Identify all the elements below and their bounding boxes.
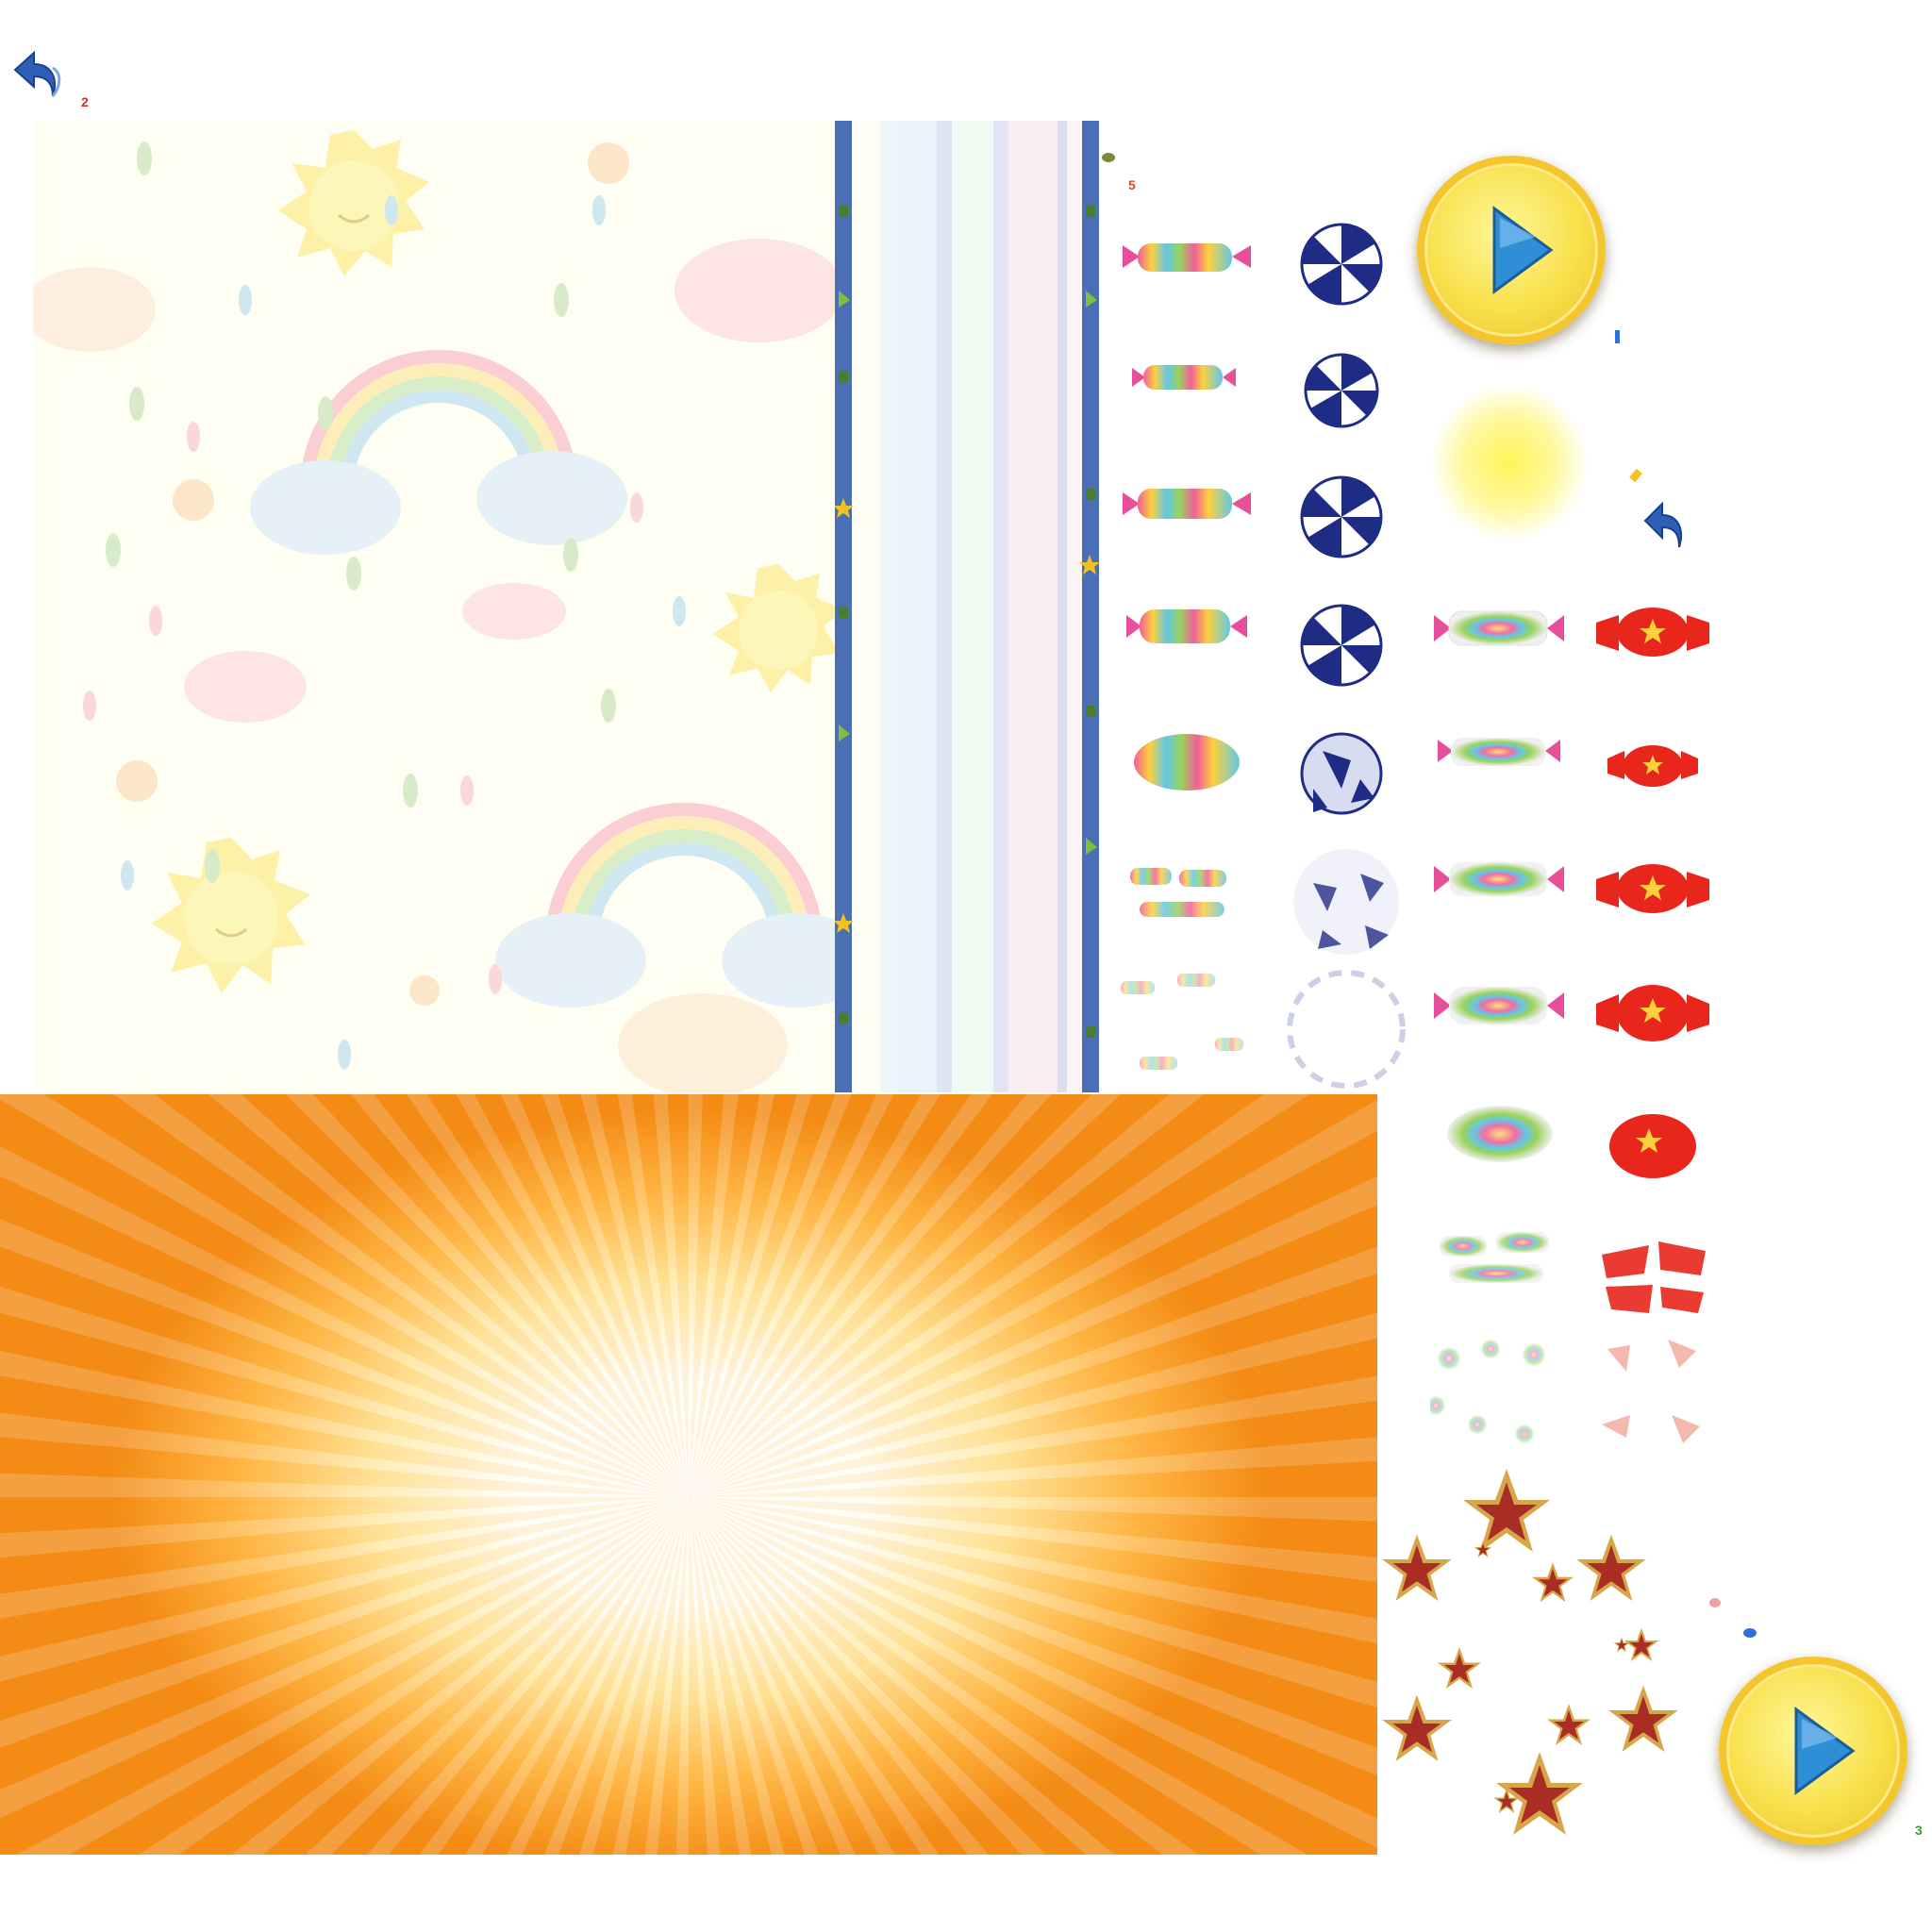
glyph-label: 2 bbox=[81, 94, 89, 109]
rainbow-icon bbox=[250, 350, 627, 555]
candy-icon bbox=[1300, 732, 1383, 815]
stars-cluster bbox=[1379, 1467, 1705, 1863]
sunburst-background bbox=[0, 1094, 1377, 1855]
candy-icon bbox=[1438, 738, 1560, 766]
star-icon bbox=[1496, 1752, 1583, 1835]
star-icon bbox=[1463, 1469, 1550, 1552]
back-arrow-icon bbox=[1643, 501, 1682, 548]
candy-icon bbox=[1287, 970, 1406, 1089]
glow-sprite bbox=[1429, 382, 1590, 542]
cloud-icon bbox=[675, 239, 835, 342]
candy-icon bbox=[1596, 608, 1709, 657]
candy-icon bbox=[1602, 1340, 1700, 1443]
candy-icon bbox=[1304, 353, 1379, 428]
star-icon bbox=[1438, 1647, 1481, 1689]
candy-icon bbox=[1596, 985, 1709, 1041]
play-icon bbox=[1492, 206, 1554, 294]
candy-icon bbox=[1434, 610, 1564, 646]
candy-icon bbox=[1300, 475, 1383, 558]
star-icon bbox=[1608, 1685, 1678, 1752]
stripe-border-art bbox=[835, 206, 1099, 1038]
candy-icon bbox=[1132, 365, 1236, 390]
rainbow-icon bbox=[495, 803, 835, 1008]
candy-icon bbox=[1607, 745, 1698, 787]
glyph-label: 5 bbox=[1128, 177, 1136, 192]
sun-icon bbox=[712, 564, 835, 692]
candy-icon bbox=[1121, 974, 1243, 1070]
candy-column-peppermint bbox=[1285, 223, 1407, 1091]
candy-icon bbox=[1123, 243, 1251, 272]
wallpaper-art bbox=[33, 130, 835, 1092]
cloud-icon bbox=[722, 913, 835, 1008]
confetti-sprite bbox=[1102, 153, 1115, 162]
confetti-sprite bbox=[1709, 1598, 1721, 1607]
candy-icon bbox=[1123, 489, 1251, 519]
candy-icon bbox=[1434, 862, 1564, 896]
candy-icon bbox=[1596, 864, 1709, 913]
cloud-icon bbox=[184, 651, 307, 723]
candy-icon bbox=[1134, 734, 1240, 791]
glyph-label: 3 bbox=[1915, 1823, 1923, 1838]
candy-icon bbox=[1434, 987, 1564, 1024]
candy-icon bbox=[1426, 1340, 1545, 1443]
star-icon bbox=[1613, 1637, 1630, 1653]
star-icon bbox=[1576, 1534, 1646, 1601]
cloud-icon bbox=[618, 993, 788, 1092]
back-arrow-icon bbox=[13, 50, 61, 97]
confetti-sprite bbox=[1629, 468, 1642, 483]
candy-icon bbox=[1609, 1114, 1696, 1178]
candy-icon bbox=[1300, 604, 1383, 687]
candy-icon bbox=[1293, 849, 1399, 955]
candy-column-red bbox=[1592, 604, 1715, 1472]
star-icon bbox=[1624, 1627, 1659, 1661]
cloud-icon bbox=[462, 583, 566, 640]
back-button-small[interactable] bbox=[1641, 498, 1694, 557]
candy-icon bbox=[1130, 868, 1226, 917]
candy-icon bbox=[1440, 1232, 1549, 1283]
candy-column-striped bbox=[1121, 226, 1253, 1094]
cloud-icon bbox=[250, 460, 401, 555]
candy-icon bbox=[1602, 1241, 1706, 1313]
candy-column-swirl bbox=[1426, 604, 1572, 1472]
candy-icon bbox=[1300, 223, 1383, 306]
play-button-large[interactable] bbox=[1719, 1657, 1907, 1845]
confetti-sprite bbox=[1743, 1628, 1757, 1638]
stripe-panel bbox=[835, 121, 1099, 1092]
star-icon bbox=[1382, 1694, 1452, 1761]
confetti-sprite bbox=[1615, 330, 1620, 343]
back-button-large[interactable] bbox=[11, 47, 68, 106]
star-icon bbox=[1382, 1534, 1452, 1601]
sun-icon bbox=[152, 838, 310, 993]
wallpaper-panel bbox=[33, 121, 835, 1092]
play-icon bbox=[1794, 1707, 1856, 1795]
candy-icon bbox=[1447, 1106, 1553, 1162]
sun-icon bbox=[278, 130, 429, 276]
star-icon bbox=[1531, 1561, 1574, 1603]
cloud-icon bbox=[33, 267, 156, 352]
star-icon bbox=[1547, 1704, 1591, 1745]
cloud-icon bbox=[495, 913, 646, 1008]
candy-icon bbox=[1126, 609, 1247, 643]
play-button-large[interactable] bbox=[1417, 156, 1606, 344]
cloud-icon bbox=[476, 451, 627, 545]
